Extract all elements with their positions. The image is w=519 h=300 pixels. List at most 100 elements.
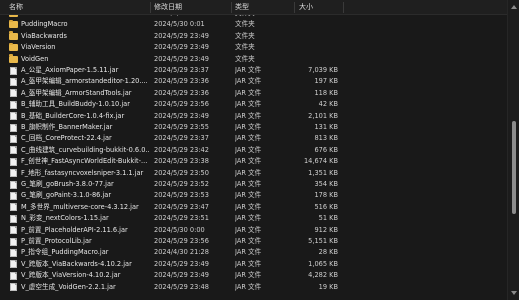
file-name: M_多世界_multiverse-core-4.3.12.jar <box>21 202 139 211</box>
folder-icon <box>9 15 18 17</box>
jar-icon <box>10 191 17 200</box>
file-row[interactable]: P_前置_ProtocolLib.jar 2024/5/29 23:56 JAR 文… <box>0 236 507 247</box>
file-size: 51 KB <box>318 214 338 223</box>
jar-icon <box>10 89 17 98</box>
column-header-name[interactable]: 名称 <box>6 0 23 15</box>
jar-icon <box>10 237 17 246</box>
file-row[interactable]: V_跨版本_ViaBackwards-4.10.2.jar 2024/5/29 2… <box>0 259 507 270</box>
file-size <box>297 42 338 53</box>
scroll-up-arrow-icon[interactable] <box>511 5 517 9</box>
file-size: 14,674 KB <box>303 157 338 166</box>
jar-icon <box>10 123 17 132</box>
file-row[interactable]: A_盔甲架编辑_armorstandeditor-1.20.... 2024/5/… <box>0 76 507 87</box>
file-type: JAR 文件 <box>235 134 262 143</box>
file-size: 354 KB <box>314 180 338 188</box>
column-divider[interactable] <box>294 2 295 13</box>
jar-icon <box>10 157 17 166</box>
file-date: 2024/5/29 23:37 <box>154 66 209 74</box>
file-size: 7,039 KB <box>308 66 338 74</box>
file-row[interactable]: V_虚空生成_VoidGen-2.2.1.jar 2024/5/29 23:48 J… <box>0 282 507 293</box>
column-header-bar: 名称 修改日期 类型 大小 <box>0 0 507 15</box>
file-name: P_指令组_PuddingMacro.jar <box>21 248 109 257</box>
file-row[interactable]: PuddingMacro 2024/5/30 0:01 文件夹 <box>0 19 507 30</box>
file-row[interactable]: A_公星_AxiomPaper-1.5.11.jar 2024/5/29 23:3… <box>0 65 507 76</box>
file-size: 28 KB <box>318 248 338 257</box>
file-date: 2024/5/29 23:48 <box>154 282 209 291</box>
file-date: 2024/5/29 23:49 <box>154 31 209 40</box>
file-row[interactable]: ViaBackwards 2024/5/29 23:49 文件夹 <box>0 31 507 42</box>
file-type: JAR 文件 <box>235 77 262 86</box>
file-row[interactable]: M_多世界_multiverse-core-4.3.12.jar 2024/5/2… <box>0 202 507 213</box>
file-date: 2024/5/29 23:50 <box>154 168 209 177</box>
file-row[interactable]: B_基础_BuilderCore-1.0.4-fix.jar 2024/5/29 … <box>0 111 507 122</box>
file-name: V_跨版本_ViaBackwards-4.10.2.jar <box>21 259 132 268</box>
file-size: 118 KB <box>314 88 338 97</box>
file-explorer-window: 名称 修改日期 类型 大小 PlaceholderAPI2024/5/29 23… <box>0 0 519 300</box>
file-row[interactable]: B_旗帜制作_BannerMaker.jar 2024/5/29 23:55 JAR… <box>0 122 507 133</box>
column-divider[interactable] <box>343 2 344 13</box>
file-type: JAR 文件 <box>235 259 262 268</box>
file-date: 2024/4/30 21:28 <box>154 248 209 257</box>
file-name: B_基础_BuilderCore-1.0.4-fix.jar <box>21 111 125 120</box>
vertical-scrollbar[interactable] <box>507 0 519 300</box>
jar-icon <box>10 112 17 121</box>
file-name: ViaBackwards <box>21 31 67 40</box>
file-name: P_前置_PlaceholderAPI-2.11.6.jar <box>21 225 128 234</box>
column-header-size[interactable]: 大小 <box>296 0 313 15</box>
jar-icon <box>10 248 17 257</box>
file-name: B_辅助工具_BuildBuddy-1.0.10.jar <box>21 100 130 109</box>
file-row[interactable]: B_辅助工具_BuildBuddy-1.0.10.jar 2024/5/29 23… <box>0 99 507 110</box>
file-row[interactable]: ViaVersion 2024/5/29 23:49 文件夹 <box>0 42 507 53</box>
file-row[interactable]: A_盔甲架编辑_ArmorStandTools.jar 2024/5/29 23:… <box>0 88 507 99</box>
file-name: B_旗帜制作_BannerMaker.jar <box>21 123 113 131</box>
file-row[interactable]: G_笔刷_goBrush-3.8.0-77.jar 2024/5/29 23:52… <box>0 179 507 190</box>
file-row[interactable]: V_跨版本_ViaVersion-4.10.2.jar 2024/5/29 23:… <box>0 270 507 281</box>
file-row[interactable]: F_创世神_FastAsyncWorldEdit-Bukkit-... 2024/… <box>0 156 507 167</box>
file-row[interactable]: P_指令组_PuddingMacro.jar 2024/4/30 21:28 JAR… <box>0 247 507 258</box>
file-row[interactable]: C_曲线建筑_curvebuilding-bukkit-0.6.0.... 202… <box>0 145 507 156</box>
file-size: 178 KB <box>314 191 338 200</box>
file-date: 2024/5/29 23:49 <box>154 259 209 268</box>
file-date: 2024/5/29 23:49 <box>154 54 209 63</box>
file-size: 912 KB <box>314 225 338 234</box>
file-date: 2024/5/29 23:36 <box>154 77 209 86</box>
jar-icon <box>10 134 17 143</box>
file-type: JAR 文件 <box>235 111 262 120</box>
column-header-date[interactable]: 修改日期 <box>151 0 182 15</box>
file-name: C_曲线建筑_curvebuilding-bukkit-0.6.0.... <box>21 145 149 154</box>
file-size: 197 KB <box>314 77 338 86</box>
file-row[interactable]: G_笔刷_goPaint-3.1.0-86.jar 2024/5/29 23:53… <box>0 190 507 201</box>
file-type: 文件夹 <box>235 43 255 52</box>
folder-icon <box>9 31 18 40</box>
scroll-down-arrow-icon[interactable] <box>511 291 517 295</box>
file-size: 2,101 KB <box>308 111 338 120</box>
file-name: V_虚空生成_VoidGen-2.2.1.jar <box>21 282 116 291</box>
jar-icon <box>10 180 17 189</box>
file-type: JAR 文件 <box>235 180 262 188</box>
file-size <box>297 19 338 30</box>
file-row[interactable]: F_地形_fastasyncvoxelsniper-3.1.1.jar 2024/… <box>0 168 507 179</box>
file-name: P_前置_ProtocolLib.jar <box>21 237 92 245</box>
jar-icon <box>10 283 17 292</box>
column-header-type[interactable]: 类型 <box>232 0 249 15</box>
file-size <box>297 31 338 42</box>
scrollbar-thumb[interactable] <box>512 121 516 214</box>
file-type: JAR 文件 <box>235 214 262 223</box>
file-row[interactable]: VoidGen 2024/5/29 23:49 文件夹 <box>0 54 507 65</box>
jar-icon <box>10 169 17 178</box>
file-type: JAR 文件 <box>235 225 262 234</box>
file-type: JAR 文件 <box>235 100 262 109</box>
file-type: 文件夹 <box>235 54 255 63</box>
jar-icon <box>10 66 17 75</box>
file-size: 4,282 KB <box>308 271 338 280</box>
file-row[interactable]: P_前置_PlaceholderAPI-2.11.6.jar 2024/5/30 … <box>0 225 507 236</box>
jar-icon <box>10 271 17 280</box>
file-type: 文件夹 <box>235 20 255 29</box>
file-date: 2024/5/29 23:49 <box>154 111 209 120</box>
file-row[interactable]: C_回档_CoreProtect-22.4.jar 2024/5/29 23:37… <box>0 133 507 144</box>
file-size: 676 KB <box>314 145 338 154</box>
file-name: C_回档_CoreProtect-22.4.jar <box>21 134 112 143</box>
file-name: VoidGen <box>21 54 49 63</box>
file-row[interactable]: N_彩变_nextColors-1.15.jar 2024/5/29 23:51 J… <box>0 213 507 224</box>
file-size <box>297 54 338 65</box>
